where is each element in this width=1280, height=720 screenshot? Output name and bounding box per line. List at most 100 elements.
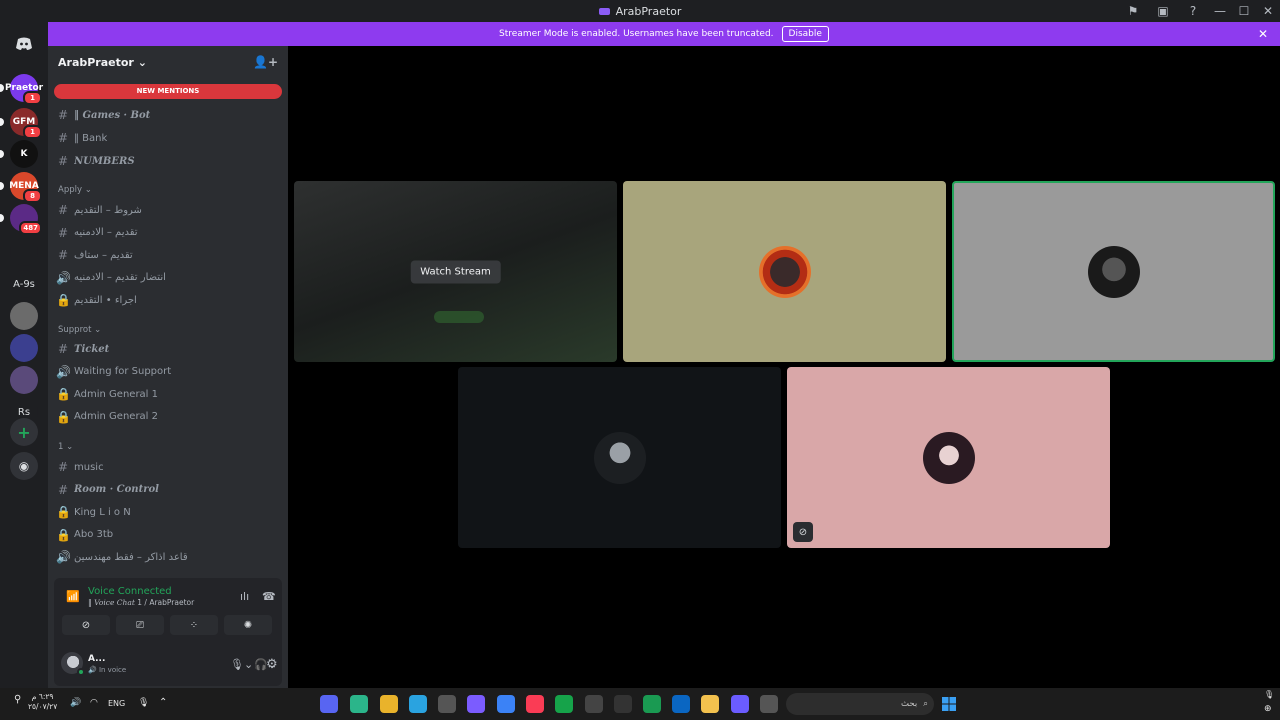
stream-tile[interactable]: Watch Stream bbox=[294, 181, 617, 362]
participant-tile-speaking[interactable] bbox=[952, 181, 1275, 362]
server-icon[interactable]: MENA 8 bbox=[0, 172, 42, 203]
microphone-icon[interactable]: 🎙⌄ bbox=[230, 658, 253, 671]
channel-item[interactable]: 🔊 Waiting for Support bbox=[56, 362, 282, 382]
inbox-icon[interactable]: ▣ bbox=[1148, 0, 1178, 22]
voice-server-path: 1 / ArabPraetor bbox=[137, 598, 195, 607]
new-mentions-pill[interactable]: NEW MENTIONS bbox=[54, 84, 282, 99]
chevron-up-icon[interactable]: ⌃ bbox=[159, 697, 167, 708]
xbox-app-icon[interactable] bbox=[555, 695, 573, 713]
inbox-flag-icon[interactable]: ⚑ bbox=[1118, 0, 1148, 22]
help-icon[interactable]: ? bbox=[1178, 0, 1208, 22]
microphone-icon[interactable]: 🎙 bbox=[1264, 690, 1274, 699]
channel-item[interactable]: 🔒 اجراء • التقديم bbox=[56, 290, 282, 310]
channel-item[interactable]: 🔒 Abo 3tb bbox=[56, 525, 282, 545]
guild-header[interactable]: ArabPraetor ⌄ 👤+ bbox=[48, 46, 288, 78]
channel-category[interactable]: Apply ⌄ bbox=[58, 185, 92, 195]
control-app-icon[interactable] bbox=[614, 695, 632, 713]
server-icon[interactable]: 487 bbox=[0, 204, 42, 235]
channel-item[interactable]: # NUMBERS bbox=[56, 151, 282, 171]
server-icon[interactable] bbox=[10, 334, 38, 362]
disable-streamer-mode-button[interactable]: Disable bbox=[781, 26, 829, 42]
channel-item[interactable]: 🔒 Admin General 2 bbox=[56, 407, 282, 427]
activities-button[interactable]: ⁘ bbox=[170, 615, 218, 635]
screen-share-button[interactable]: ⎚ bbox=[116, 615, 164, 635]
discord-app-icon[interactable] bbox=[320, 695, 338, 713]
music-app-icon[interactable] bbox=[526, 695, 544, 713]
window-title: ArabPraetor bbox=[598, 4, 682, 18]
channel-category[interactable]: Supprot ⌄ bbox=[58, 325, 101, 335]
store-app-icon[interactable] bbox=[672, 695, 690, 713]
participant-tile[interactable] bbox=[458, 367, 781, 548]
channel-item[interactable]: # music bbox=[56, 457, 282, 477]
channel-item[interactable]: # Ticket bbox=[56, 339, 282, 359]
voice-status[interactable]: Voice Connected bbox=[88, 586, 172, 597]
channel-item[interactable]: 🔒 Admin General 1 bbox=[56, 384, 282, 404]
chrome-app-icon[interactable] bbox=[380, 695, 398, 713]
wifi-icon[interactable]: ◠ bbox=[90, 698, 98, 708]
terminal-app-icon[interactable] bbox=[350, 695, 368, 713]
avatar bbox=[1087, 245, 1140, 298]
channel-item[interactable]: # ‖ Bank bbox=[56, 128, 282, 148]
hashtag-icon: # bbox=[57, 154, 69, 168]
user-area[interactable]: A... 🔊 In voice 🎙⌄ 🎧⌄ ⚙ bbox=[54, 642, 282, 686]
camera-toggle-button[interactable]: ⊘ bbox=[62, 615, 110, 635]
unread-pip bbox=[0, 214, 4, 222]
server-icon[interactable]: Praetor 1 bbox=[0, 74, 43, 105]
channel-item[interactable]: # Room · Control bbox=[56, 480, 282, 500]
windows-start-icon[interactable] bbox=[940, 695, 958, 713]
game-controller-icon[interactable] bbox=[467, 695, 485, 713]
channel-item[interactable]: # تقديم – الادمنيه bbox=[56, 223, 282, 243]
channel-item[interactable]: 🔒 King L i o N bbox=[56, 502, 282, 522]
microphone-icon[interactable]: 🎙 bbox=[138, 698, 149, 708]
server-icon[interactable] bbox=[10, 302, 38, 330]
server-icon[interactable] bbox=[10, 238, 38, 266]
channel-name: تقديم – ستاف bbox=[74, 249, 133, 261]
lock-icon: 🔒 bbox=[56, 293, 71, 307]
maximize-button[interactable]: ☐ bbox=[1232, 0, 1256, 22]
avatar[interactable] bbox=[61, 652, 85, 676]
discover-icon[interactable]: ◉ bbox=[10, 452, 38, 480]
folder-icon[interactable] bbox=[701, 695, 719, 713]
disconnect-icon[interactable]: ☎ bbox=[262, 590, 276, 603]
minimize-button[interactable]: — bbox=[1208, 0, 1232, 22]
taskbar-search[interactable]: بحث ⌕ bbox=[786, 693, 934, 715]
channel-item[interactable]: 🔊 انتضار تقديم – الادمنيه bbox=[56, 268, 282, 288]
direct-messages-button[interactable] bbox=[10, 30, 38, 58]
telegram-app-icon[interactable] bbox=[409, 695, 427, 713]
server-icon[interactable]: K bbox=[0, 140, 38, 168]
clock[interactable]: ٦:٢٩ م ٢٥/٠٧/٢٧ bbox=[28, 692, 57, 712]
soundboard-button[interactable]: ✺ bbox=[224, 615, 272, 635]
sheets-app-icon[interactable] bbox=[643, 695, 661, 713]
speedometer-icon[interactable] bbox=[585, 695, 603, 713]
add-server-button[interactable]: + bbox=[10, 418, 38, 446]
hashtag-icon: # bbox=[57, 203, 69, 217]
channel-item[interactable]: # ‖ Games · Bot bbox=[56, 105, 282, 125]
participant-tile[interactable]: ⊘ bbox=[787, 367, 1110, 548]
server-icon[interactable]: A-9s bbox=[10, 270, 38, 298]
photos-app-icon[interactable] bbox=[497, 695, 515, 713]
participant-tile[interactable] bbox=[623, 181, 946, 362]
channel-item[interactable]: # شروط – التقديم bbox=[56, 200, 282, 220]
noise-suppression-icon[interactable]: ılı bbox=[240, 590, 249, 603]
voice-channel-path[interactable]: ‖ Voice Chat 1 / ArabPraetor bbox=[88, 598, 194, 607]
channel-item[interactable]: # تقديم – ستاف bbox=[56, 245, 282, 265]
window-app-icon[interactable] bbox=[760, 695, 778, 713]
channel-category[interactable]: 1 ⌄ bbox=[58, 442, 73, 452]
close-window-button[interactable]: ✕ bbox=[1256, 0, 1280, 22]
language-indicator[interactable]: ENG bbox=[108, 699, 125, 708]
cube-app-icon[interactable] bbox=[438, 695, 456, 713]
network-icon[interactable]: ⚲ bbox=[14, 694, 21, 705]
server-icon[interactable]: GFM 1 bbox=[0, 108, 42, 139]
notification-icon[interactable]: ⊕ bbox=[1264, 704, 1272, 714]
invite-user-icon[interactable]: 👤+ bbox=[253, 55, 278, 69]
signal-icon[interactable]: 📶 bbox=[66, 590, 80, 603]
channel-item[interactable]: 🔊 قاعد اذاكر – فقط مهندسين bbox=[56, 547, 282, 567]
server-list: Praetor 1 GFM 1 K MENA 8 487 A-9s Rs + ◉ bbox=[0, 22, 48, 688]
watch-stream-button[interactable]: Watch Stream bbox=[410, 260, 501, 283]
server-icon[interactable] bbox=[10, 366, 38, 394]
window-title-text: ArabPraetor bbox=[615, 4, 682, 18]
close-icon[interactable]: ✕ bbox=[1258, 27, 1268, 41]
settings-gear-icon[interactable]: ⚙ bbox=[266, 657, 278, 672]
copilot-icon[interactable] bbox=[731, 695, 749, 713]
volume-icon[interactable]: 🔊 bbox=[70, 698, 81, 708]
